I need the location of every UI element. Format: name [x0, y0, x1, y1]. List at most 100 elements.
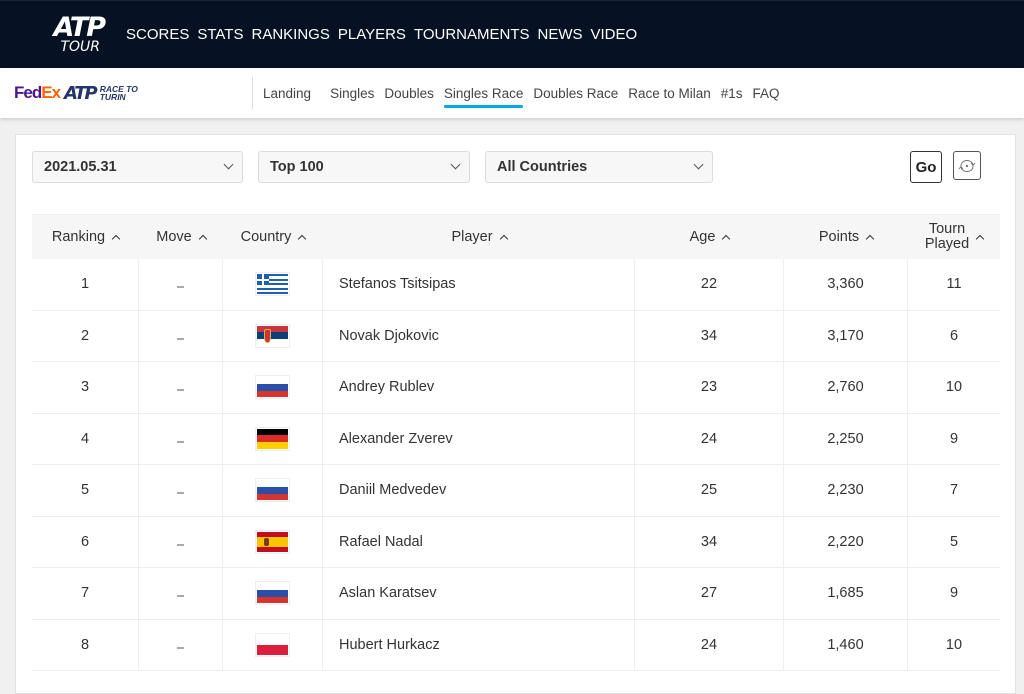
flag-stripe	[263, 538, 270, 546]
subnav-race-to-milan[interactable]: Race to Milan	[628, 68, 711, 118]
player-name-link[interactable]: Stefanos Tsitsipas	[323, 259, 635, 310]
sort-caret-icon	[298, 234, 307, 244]
no-move-dash-icon	[177, 595, 184, 598]
move-cell	[139, 465, 223, 516]
subnav-singles[interactable]: Singles	[330, 68, 374, 118]
fedex-logo: FedEx	[14, 83, 61, 103]
player-name-link[interactable]: Daniil Medvedev	[323, 465, 635, 516]
fedex-race-to-turin-logo[interactable]: FedEx ATP RACE TO TURIN	[14, 83, 252, 104]
country-select[interactable]: All Countries	[485, 151, 713, 183]
table-row[interactable]: 8 Hubert Hurkacz 24 1,460 10	[32, 619, 1000, 671]
flag-stripe	[257, 596, 288, 604]
nav-rankings[interactable]: RANKINGS	[251, 26, 329, 43]
turin-text: TURIN	[99, 92, 126, 102]
tournaments-played-cell[interactable]: 10	[908, 362, 1000, 413]
rank-cell: 1	[32, 259, 139, 310]
points-cell[interactable]: 2,250	[784, 413, 908, 464]
subnav-faq[interactable]: FAQ	[753, 68, 780, 118]
go-button[interactable]: Go	[910, 151, 942, 183]
flag-stripe	[257, 583, 288, 590]
table-row[interactable]: 3 Andrey Rublev 23 2,760 10	[32, 362, 1000, 414]
table-row[interactable]: 5 Daniil Medvedev 25 2,230 7	[32, 465, 1000, 517]
tournaments-played-cell[interactable]: 9	[908, 414, 1000, 465]
range-select[interactable]: Top 100	[258, 151, 470, 183]
tournaments-played-cell[interactable]: 6	[908, 311, 1000, 362]
points-cell[interactable]: 1,685	[784, 568, 908, 619]
rankings-table: Ranking Move Country Player Age Points T…	[32, 214, 1000, 671]
points-cell[interactable]: 3,360	[784, 259, 908, 310]
no-move-dash-icon	[177, 389, 184, 392]
player-name-link[interactable]: Andrey Rublev	[323, 362, 635, 413]
tournaments-played-cell[interactable]: 10	[908, 620, 1000, 671]
subnav-landing[interactable]: Landing	[263, 68, 311, 118]
column-header-points[interactable]: Points	[784, 215, 908, 259]
main-nav: SCORES STATS RANKINGS PLAYERS TOURNAMENT…	[126, 26, 645, 43]
column-header-age[interactable]: Age	[635, 215, 784, 259]
sort-caret-icon	[722, 234, 731, 244]
column-header-player[interactable]: Player	[323, 215, 635, 259]
move-cell	[139, 619, 223, 670]
table-row[interactable]: 4 Alexander Zverev 24 2,250 9	[32, 413, 1000, 465]
table-row[interactable]: 7 Aslan Karatsev 27 1,685 9	[32, 568, 1000, 620]
table-row[interactable]: 6 Rafael Nadal 34 2,220 5	[32, 516, 1000, 568]
flag-stripe	[257, 390, 288, 398]
subnav-divider	[252, 77, 253, 109]
column-label-line1: Tourn	[928, 221, 966, 237]
flag-stripe	[257, 435, 288, 443]
reset-button[interactable]	[953, 151, 981, 180]
flag-stripe	[257, 546, 288, 552]
atp-tour-logo[interactable]: ATP TOUR	[22, 13, 106, 57]
column-header-move[interactable]: Move	[139, 215, 223, 259]
date-select[interactable]: 2021.05.31	[32, 151, 243, 183]
subnav-doubles[interactable]: Doubles	[384, 68, 434, 118]
greece-flag-icon	[255, 272, 290, 297]
points-cell[interactable]: 1,460	[784, 619, 908, 670]
column-label: Move	[156, 229, 192, 245]
nav-video[interactable]: VIDEO	[591, 26, 638, 43]
table-row[interactable]: 2 Novak Djokovic 34 3,170 6	[32, 310, 1000, 362]
rankings-panel: 2021.05.31 Top 100 All Countries Go Rank…	[15, 134, 1016, 694]
fedex-ex-text: Ex	[41, 83, 61, 102]
nav-players[interactable]: PLAYERS	[338, 26, 406, 43]
tournaments-played-cell[interactable]: 9	[908, 568, 1000, 619]
nav-stats[interactable]: STATS	[197, 26, 243, 43]
serbia-flag-icon	[255, 323, 290, 348]
player-name-link[interactable]: Aslan Karatsev	[323, 568, 635, 619]
rank-cell: 3	[32, 362, 139, 413]
column-label-line2: Played	[924, 236, 970, 252]
points-cell[interactable]: 2,760	[784, 362, 908, 413]
nav-news[interactable]: NEWS	[538, 26, 583, 43]
player-name-link[interactable]: Alexander Zverev	[323, 413, 635, 464]
age-cell: 34	[635, 310, 784, 361]
column-header-tourn-played[interactable]: Tourn Played	[908, 215, 1000, 259]
player-name-link[interactable]: Hubert Hurkacz	[323, 619, 635, 670]
country-cell	[223, 310, 323, 361]
flag-stripe	[257, 493, 288, 501]
subnav-singles-race[interactable]: Singles Race	[443, 68, 523, 118]
no-move-dash-icon	[177, 440, 184, 443]
tournaments-played-cell[interactable]: 7	[908, 465, 1000, 516]
russia-flag-icon	[255, 478, 290, 503]
tournaments-played-cell[interactable]: 5	[908, 517, 1000, 568]
player-name-link[interactable]: Rafael Nadal	[323, 516, 635, 567]
fedex-fed-text: Fed	[14, 83, 42, 102]
subnav-number-ones[interactable]: #1s	[721, 68, 743, 118]
logo-tour-text: TOUR	[60, 38, 100, 55]
column-header-ranking[interactable]: Ranking	[32, 215, 139, 259]
points-cell[interactable]: 2,220	[784, 516, 908, 567]
subnav-doubles-race[interactable]: Doubles Race	[533, 68, 618, 118]
country-cell	[223, 568, 323, 619]
nav-scores[interactable]: SCORES	[126, 26, 189, 43]
atp-logo-small: ATP	[64, 82, 98, 104]
nav-tournaments[interactable]: TOURNAMENTS	[414, 26, 530, 43]
points-cell[interactable]: 2,230	[784, 465, 908, 516]
table-row[interactable]: 1 Stefanos Tsitsipas 22 3,360 11	[32, 259, 1000, 311]
chevron-down-icon	[223, 159, 234, 170]
race-to-turin-text: RACE TO TURIN	[99, 85, 138, 102]
chevron-down-icon	[693, 159, 704, 170]
column-header-country[interactable]: Country	[223, 215, 323, 259]
tournaments-played-cell[interactable]: 11	[908, 259, 1000, 310]
no-move-dash-icon	[177, 286, 184, 289]
points-cell[interactable]: 3,170	[784, 310, 908, 361]
player-name-link[interactable]: Novak Djokovic	[323, 310, 635, 361]
